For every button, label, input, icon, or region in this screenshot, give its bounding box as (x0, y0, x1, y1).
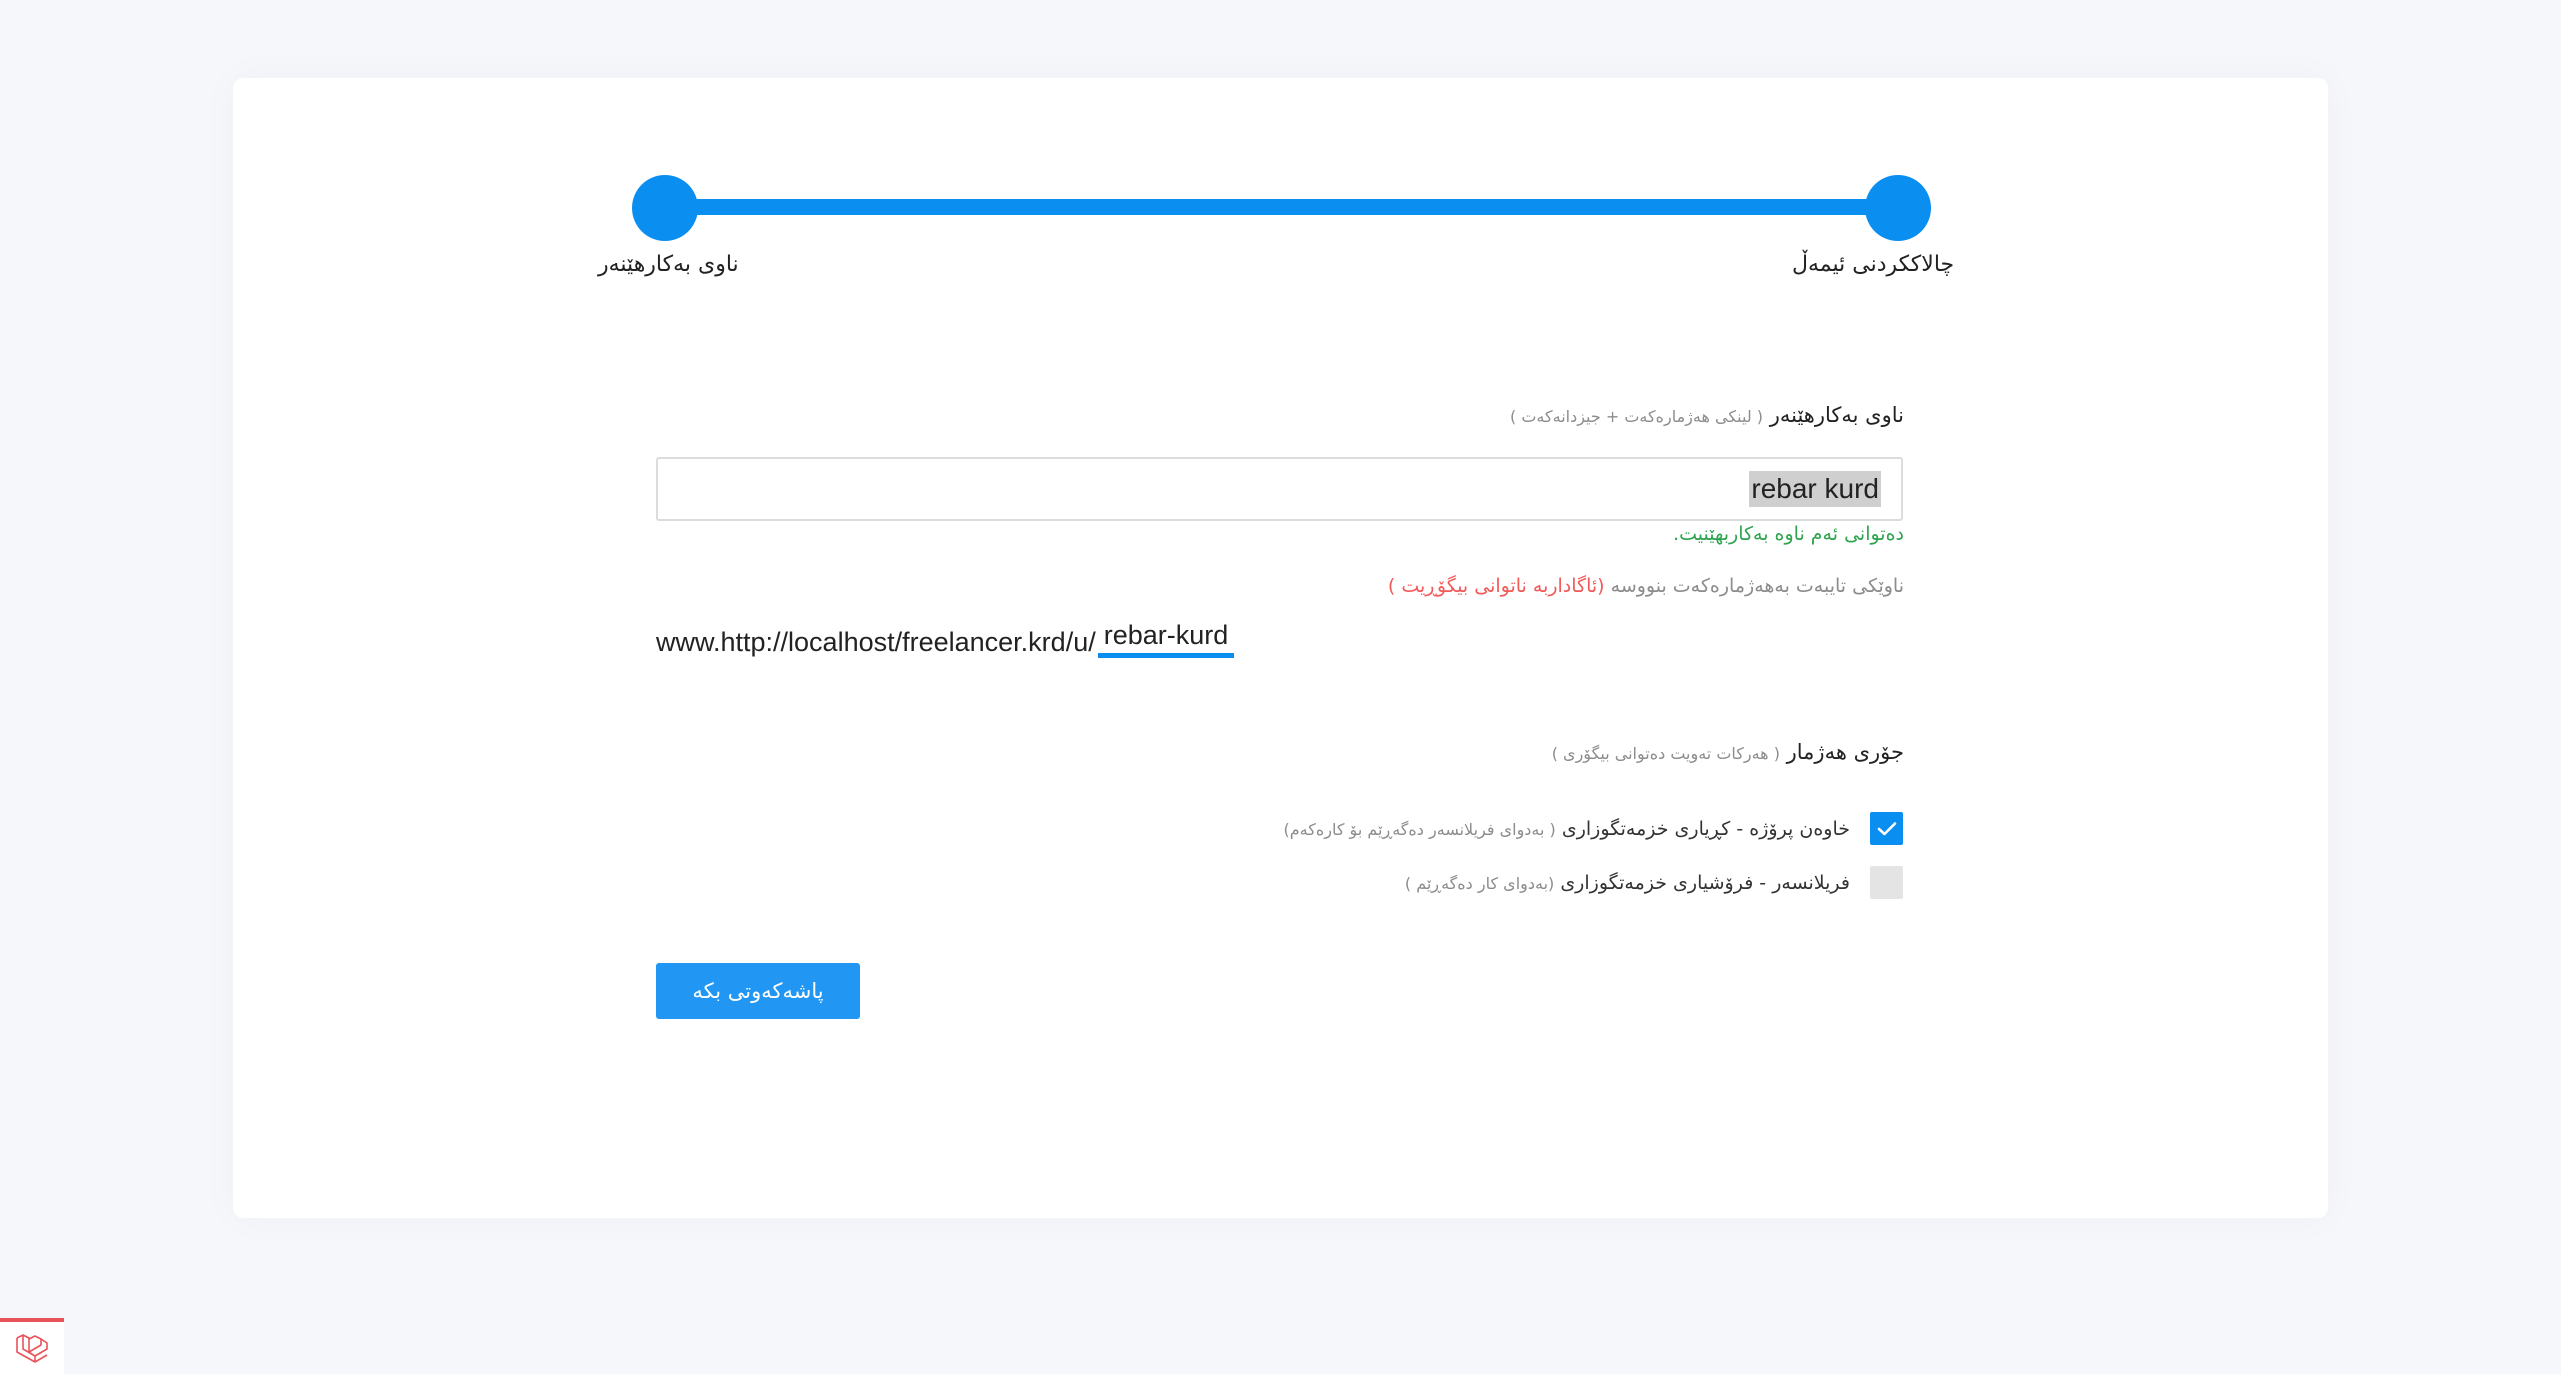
freelancer-label: فریلانسەر - فرۆشیاری خزمەتگوزاری (بەدوای… (1405, 872, 1850, 894)
account-type-label-text: جۆری هەژمار (1786, 740, 1904, 764)
profile-url: www.http://localhost/freelancer.krd/u/ r… (656, 620, 1235, 658)
project-owner-checkbox[interactable] (1870, 812, 1903, 845)
username-available-message: دەتوانی ئەم ناوە بەکاربهێنیت. (1673, 523, 1904, 545)
username-label: ناوی بەکارهێنەر ( لینکی هەژمارەکەت + جیز… (1510, 403, 1904, 427)
project-owner-label: خاوەن پرۆژە - کڕیاری خزمەتگوزاری ( بەدوا… (1284, 818, 1850, 840)
registration-card (233, 78, 2328, 1218)
url-hint-text: ناوێکی تایبەت بەهەژمارەکەت بنووسە (1610, 575, 1904, 597)
username-label-hint: ( لینکی هەژمارەکەت + جیزدانەکەت ) (1510, 407, 1764, 426)
step-dot-email-activation (1865, 175, 1931, 241)
freelancer-checkbox[interactable] (1870, 866, 1903, 899)
account-type-hint: ( هەرکات تەویت دەتوانی بیگۆری ) (1551, 744, 1780, 763)
url-hint: ناوێکی تایبەت بەهەژمارەکەت بنووسە (ئاگاد… (1388, 575, 1904, 597)
username-input-value: rebar kurd (1749, 471, 1881, 507)
freelancer-label-text: فریلانسەر - فرۆشیاری خزمەتگوزاری (1560, 871, 1850, 894)
stepper-progress-line (665, 199, 1897, 215)
username-label-text: ناوی بەکارهێنەر (1769, 403, 1904, 427)
account-type-option-freelancer[interactable]: فریلانسەر - فرۆشیاری خزمەتگوزاری (بەدوای… (1405, 866, 1903, 899)
profile-url-slug-input[interactable]: rebar-kurd (1097, 620, 1235, 658)
project-owner-hint: ( بەدوای فریلانسەر دەگەڕێم بۆ کارەکەم) (1283, 819, 1556, 839)
project-owner-label-text: خاوەن پرۆژە - کڕیاری خزمەتگوزاری (1561, 817, 1850, 840)
step-label-email-activation: چالاککردنی ئیمەڵ (1792, 252, 1955, 277)
check-icon (1877, 821, 1896, 835)
step-dot-username (632, 175, 698, 241)
step-label-username: ناوی بەکارهێنەر (598, 252, 739, 277)
account-type-label: جۆری هەژمار ( هەرکات تەویت دەتوانی بیگۆر… (1552, 740, 1904, 764)
laravel-debug-badge[interactable] (0, 1318, 64, 1374)
account-type-option-project-owner[interactable]: خاوەن پرۆژە - کڕیاری خزمەتگوزاری ( بەدوا… (1284, 812, 1903, 845)
freelancer-hint: (بەدوای کار دەگەڕێم ) (1404, 873, 1555, 893)
username-input[interactable]: rebar kurd (656, 457, 1903, 521)
laravel-logo-icon (16, 1334, 48, 1363)
save-button[interactable]: پاشەکەوتی بکە (656, 963, 860, 1019)
profile-url-prefix: www.http://localhost/freelancer.krd/u/ (656, 627, 1096, 657)
url-warning-text: (ئاگاداربە ناتوانی بیگۆڕیت ) (1387, 575, 1605, 597)
